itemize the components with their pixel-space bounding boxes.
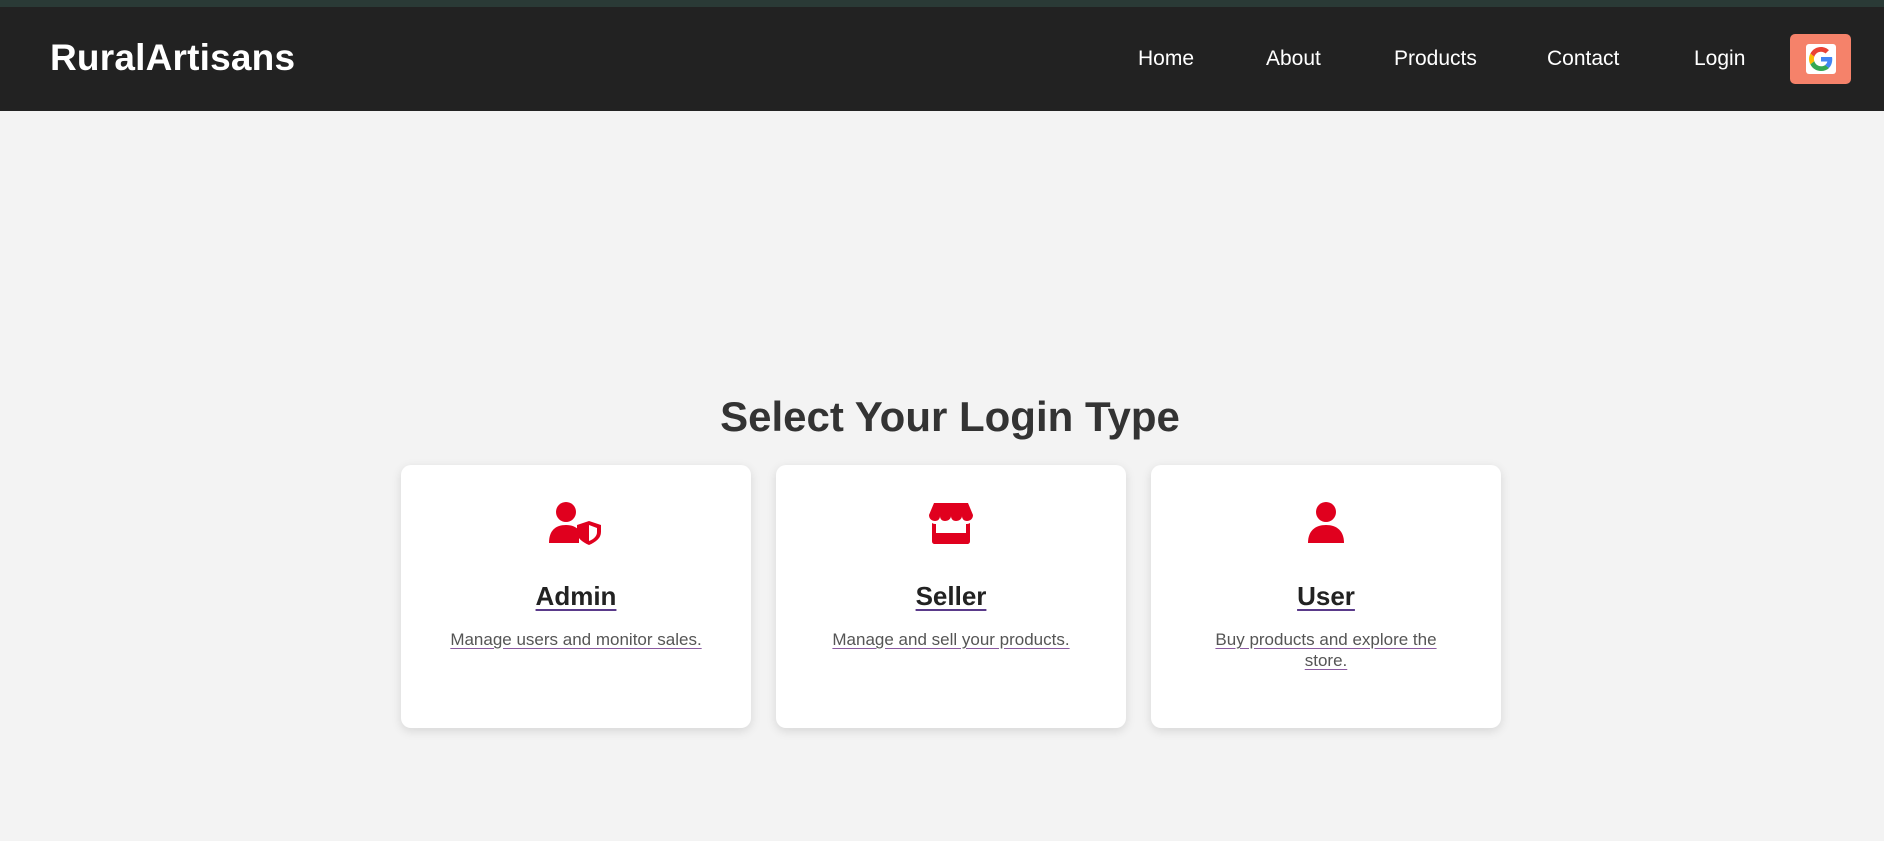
login-card-admin[interactable]: Admin Manage users and monitor sales. bbox=[401, 465, 751, 728]
card-title-seller: Seller bbox=[915, 581, 987, 611]
google-signin-button[interactable] bbox=[1790, 34, 1851, 84]
nav-login-link[interactable]: Login bbox=[1694, 46, 1745, 72]
nav-contact-link[interactable]: Contact bbox=[1547, 46, 1619, 72]
top-accent-bar bbox=[0, 0, 1884, 7]
nav-products-link[interactable]: Products bbox=[1394, 46, 1477, 72]
card-desc-admin: Manage users and monitor sales. bbox=[450, 630, 702, 649]
navbar: RuralArtisans Home About Products Contac… bbox=[0, 7, 1884, 111]
login-card-seller[interactable]: Seller Manage and sell your products. bbox=[776, 465, 1126, 728]
card-title-admin: Admin bbox=[535, 581, 617, 611]
google-icon bbox=[1805, 44, 1836, 74]
card-desc-user: Buy products and explore the store. bbox=[1215, 630, 1437, 670]
card-desc-seller: Manage and sell your products. bbox=[832, 630, 1070, 649]
nav-home-link[interactable]: Home bbox=[1138, 46, 1194, 72]
login-card-user[interactable]: User Buy products and explore the store. bbox=[1151, 465, 1501, 728]
page-title: Select Your Login Type bbox=[720, 393, 1180, 440]
admin-shield-icon bbox=[401, 501, 751, 549]
store-icon bbox=[776, 501, 1126, 549]
card-title-user: User bbox=[1297, 581, 1355, 611]
nav-about-link[interactable]: About bbox=[1266, 46, 1321, 72]
brand-logo[interactable]: RuralArtisans bbox=[50, 36, 295, 80]
user-icon bbox=[1151, 501, 1501, 549]
